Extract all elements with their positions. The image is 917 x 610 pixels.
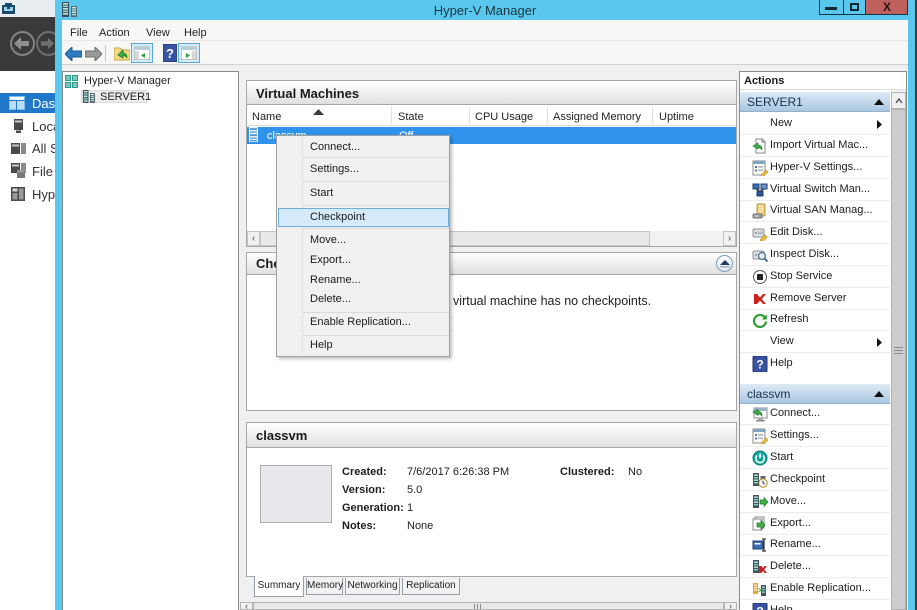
svg-text:?: ? [756, 358, 763, 372]
svg-text:?: ? [166, 46, 174, 61]
svg-text:?: ? [756, 605, 763, 610]
